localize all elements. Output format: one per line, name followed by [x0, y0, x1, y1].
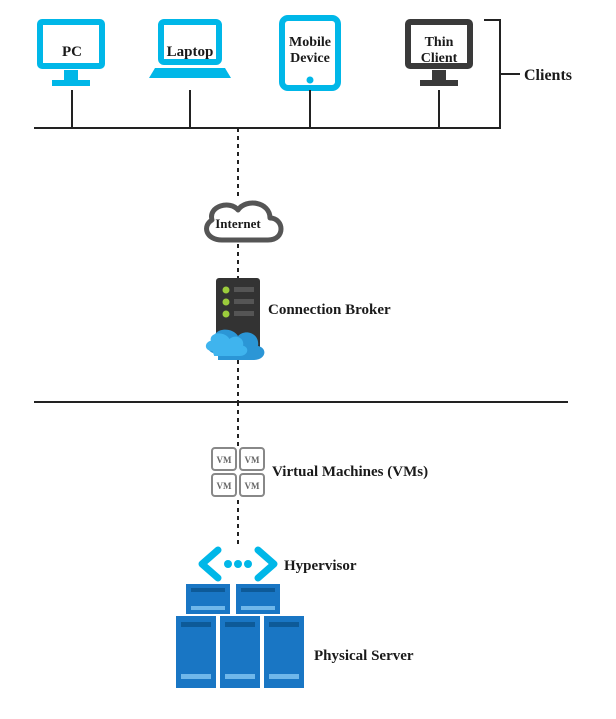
thin-client-label-line1: Thin: [425, 35, 454, 50]
svg-text:VM: VM: [217, 455, 232, 465]
internet-label: Internet: [215, 216, 261, 231]
svg-text:VM: VM: [245, 455, 260, 465]
clients-bracket: [484, 20, 520, 128]
svg-text:VM: VM: [217, 481, 232, 491]
connection-broker-icon: [206, 278, 265, 360]
laptop-label: Laptop: [167, 44, 214, 60]
hypervisor-icon: [202, 550, 274, 578]
svg-text:VM: VM: [245, 481, 260, 491]
architecture-diagram: PC Laptop Mobile Device Thin Client Clie…: [0, 0, 616, 719]
clients-section-label: Clients: [524, 67, 572, 84]
vms-icon: VM VM VM VM: [212, 448, 264, 496]
mobile-label-line2: Device: [290, 51, 330, 66]
physical-server-icon: [176, 584, 304, 688]
vms-label: Virtual Machines (VMs): [272, 464, 428, 480]
connection-broker-label: Connection Broker: [268, 302, 391, 318]
pc-label: PC: [62, 44, 82, 60]
thin-client-label-line2: Client: [421, 51, 458, 66]
physical-server-label: Physical Server: [314, 648, 414, 664]
hypervisor-label: Hypervisor: [284, 558, 357, 574]
mobile-label-line1: Mobile: [289, 35, 331, 50]
